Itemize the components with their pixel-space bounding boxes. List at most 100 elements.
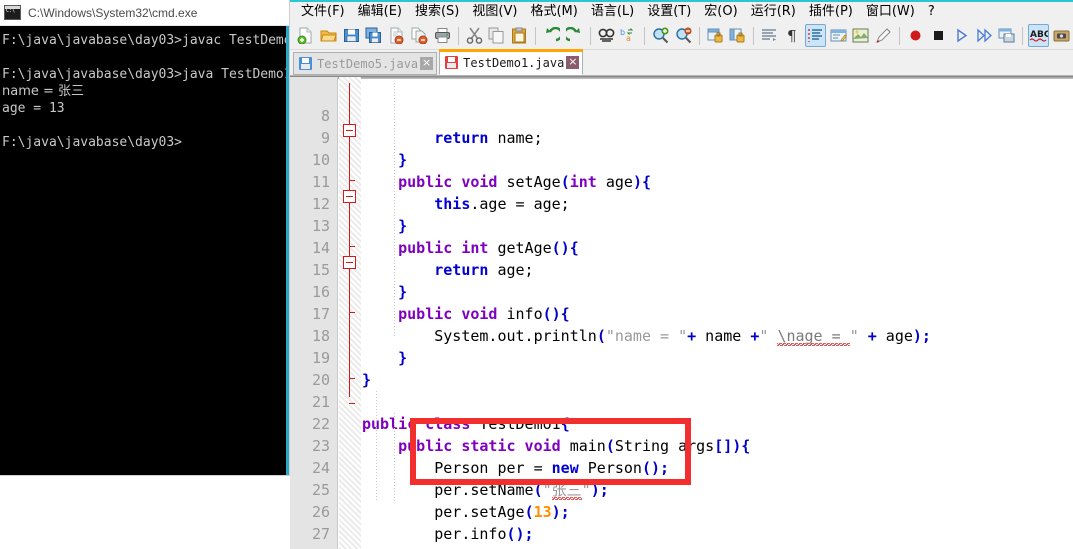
play-macro-icon[interactable] [951,24,972,47]
menu-language[interactable]: 语言(L) [585,3,641,21]
cmd-line-6: F:\java\javabase\day03> [2,135,183,150]
close-file-icon[interactable] [386,24,407,47]
run-icon[interactable] [1051,24,1072,47]
fast-play-macro-icon[interactable] [974,24,995,47]
open-file-icon[interactable] [318,24,339,47]
record-macro-icon[interactable] [905,24,926,47]
user-define-dialog-icon[interactable] [828,24,849,47]
close-all-icon[interactable] [409,24,430,47]
notepadpp-window[interactable]: 文件(F) 编辑(E) 搜索(S) 视图(V) 格式(M) 语言(L) 设置(T… [290,0,1073,549]
zoom-in-icon[interactable] [650,24,671,47]
code-line[interactable]: 21 public class TestDemo1{ [290,369,1073,433]
save-all-icon[interactable] [363,24,384,47]
cmd-line-4: age = 13 [2,101,65,116]
word-wrap-icon[interactable] [759,24,780,47]
print-icon[interactable] [432,24,453,47]
cmd-console-output[interactable]: F:\java\javabase\day03>javac TestDemo1.j… [0,26,289,475]
cmd-line-2: F:\java\javabase\day03>java TestDemo1 [2,67,289,82]
code-line[interactable]: 8 return name; [290,83,1073,147]
svg-text:b: b [620,28,625,37]
code-line[interactable]: 16 public void info(){ [290,259,1073,323]
toolbar-separator [899,26,901,45]
tab-testdemo5[interactable]: TestDemo5.java × [293,52,438,75]
toolbar-separator [698,26,700,45]
editor-top-divider [290,77,1073,79]
code-line[interactable]: 19 } [290,325,1073,389]
toolbar-separator [457,26,459,45]
menu-help[interactable]: ? [922,3,942,21]
undo-icon[interactable] [541,24,562,47]
menu-macro[interactable]: 宏(O) [698,3,744,21]
code-line[interactable]: 22 public static void main(String args[]… [290,391,1073,455]
cmd-titlebar[interactable]: C:\Windows\System32\cmd.exe [0,0,289,26]
code-line[interactable]: 23 Person per = new Person(); [290,413,1073,477]
code-line[interactable]: 28 } [290,523,1073,549]
sync-vertical-icon[interactable] [705,24,726,47]
code-line[interactable]: 17 System.out.println("name = "+ name +"… [290,281,1073,346]
menu-run[interactable]: 运行(R) [745,3,803,21]
menu-edit[interactable]: 编辑(E) [352,3,409,21]
menu-view[interactable]: 视图(V) [466,3,524,21]
cmd-window[interactable]: C:\Windows\System32\cmd.exe F:\java\java… [0,0,290,476]
menu-file[interactable]: 文件(F) [295,3,352,21]
tab-label: TestDemo1.java [463,55,565,70]
menu-format[interactable]: 格式(M) [524,3,584,21]
cmd-title: C:\Windows\System32\cmd.exe [28,5,198,20]
cmd-line-0: F:\java\javabase\day03>javac TestDemo1.j… [2,33,289,48]
redo-icon[interactable] [564,24,585,47]
code-line[interactable]: 9 } [290,105,1073,169]
toolbar-separator [535,26,537,45]
menu-bar[interactable]: 文件(F) 编辑(E) 搜索(S) 视图(V) 格式(M) 语言(L) 设置(T… [290,2,1073,22]
show-all-chars-icon[interactable]: ¶ [782,24,803,47]
show-doc-map-icon[interactable] [851,24,872,47]
code-line[interactable]: 13 public int getAge(){ [290,193,1073,257]
toolbar-separator [644,26,646,45]
sync-horizontal-icon[interactable] [728,24,749,47]
save-state-icon [445,56,459,69]
code-line[interactable]: 10 public void setAge(int age){ [290,127,1073,191]
code-line[interactable]: 24 per.setName("张三"); [290,435,1073,500]
menu-window[interactable]: 窗口(W) [860,3,922,21]
menu-search[interactable]: 搜索(S) [409,3,466,21]
save-macro-icon[interactable] [996,24,1017,47]
cut-icon[interactable] [464,24,485,47]
toolbar[interactable]: ba ¶ ABC [290,22,1073,50]
code-line[interactable]: 20 [290,347,1073,389]
new-file-icon[interactable] [295,24,316,47]
indent-guide [394,83,395,337]
tab-testdemo1[interactable]: TestDemo1.java × [439,49,584,75]
code-line[interactable]: 15 } [290,237,1073,301]
copy-icon[interactable] [487,24,508,47]
code-line[interactable]: 25 per.setAge(13); [290,457,1073,521]
code-line[interactable]: 12 } [290,171,1073,235]
code-line[interactable]: 11 this.age = age; [290,149,1073,213]
cmd-scrollbar[interactable] [286,26,289,475]
indent-guide [394,413,395,501]
tab-label: TestDemo5.java [317,56,419,71]
line-number: 28 [290,545,330,549]
code-line[interactable]: 27 } [290,501,1073,549]
code-line[interactable]: 18 } [290,303,1073,367]
tab-bar[interactable]: TestDemo5.java × TestDemo1.java × [290,49,1073,76]
paste-icon[interactable] [509,24,530,47]
stop-record-icon[interactable] [928,24,949,47]
menu-plugins[interactable]: 插件(P) [803,3,860,21]
code-line[interactable]: 14 return age; [290,215,1073,279]
replace-icon[interactable]: ba [618,24,639,47]
show-func-list-icon[interactable] [873,24,894,47]
toolbar-separator [1022,26,1024,45]
menu-settings[interactable]: 设置(T) [641,3,698,21]
cmd-line-3: name = 张三 [2,84,85,99]
console-icon [4,5,21,20]
find-icon[interactable] [596,24,617,47]
save-icon[interactable] [341,24,362,47]
indent-guide-icon[interactable] [804,24,826,47]
zoom-out-icon[interactable] [673,24,694,47]
svg-text:¶: ¶ [787,27,797,44]
spellcheck-icon[interactable]: ABC [1028,24,1050,47]
code-editor[interactable]: 8 return name; 9 } 10 public void setAge… [290,76,1073,549]
save-state-icon [299,57,312,70]
tab-close-button[interactable]: × [566,56,580,69]
code-line[interactable]: 26 per.info(); [290,479,1073,543]
tab-close-button[interactable]: × [420,57,434,70]
